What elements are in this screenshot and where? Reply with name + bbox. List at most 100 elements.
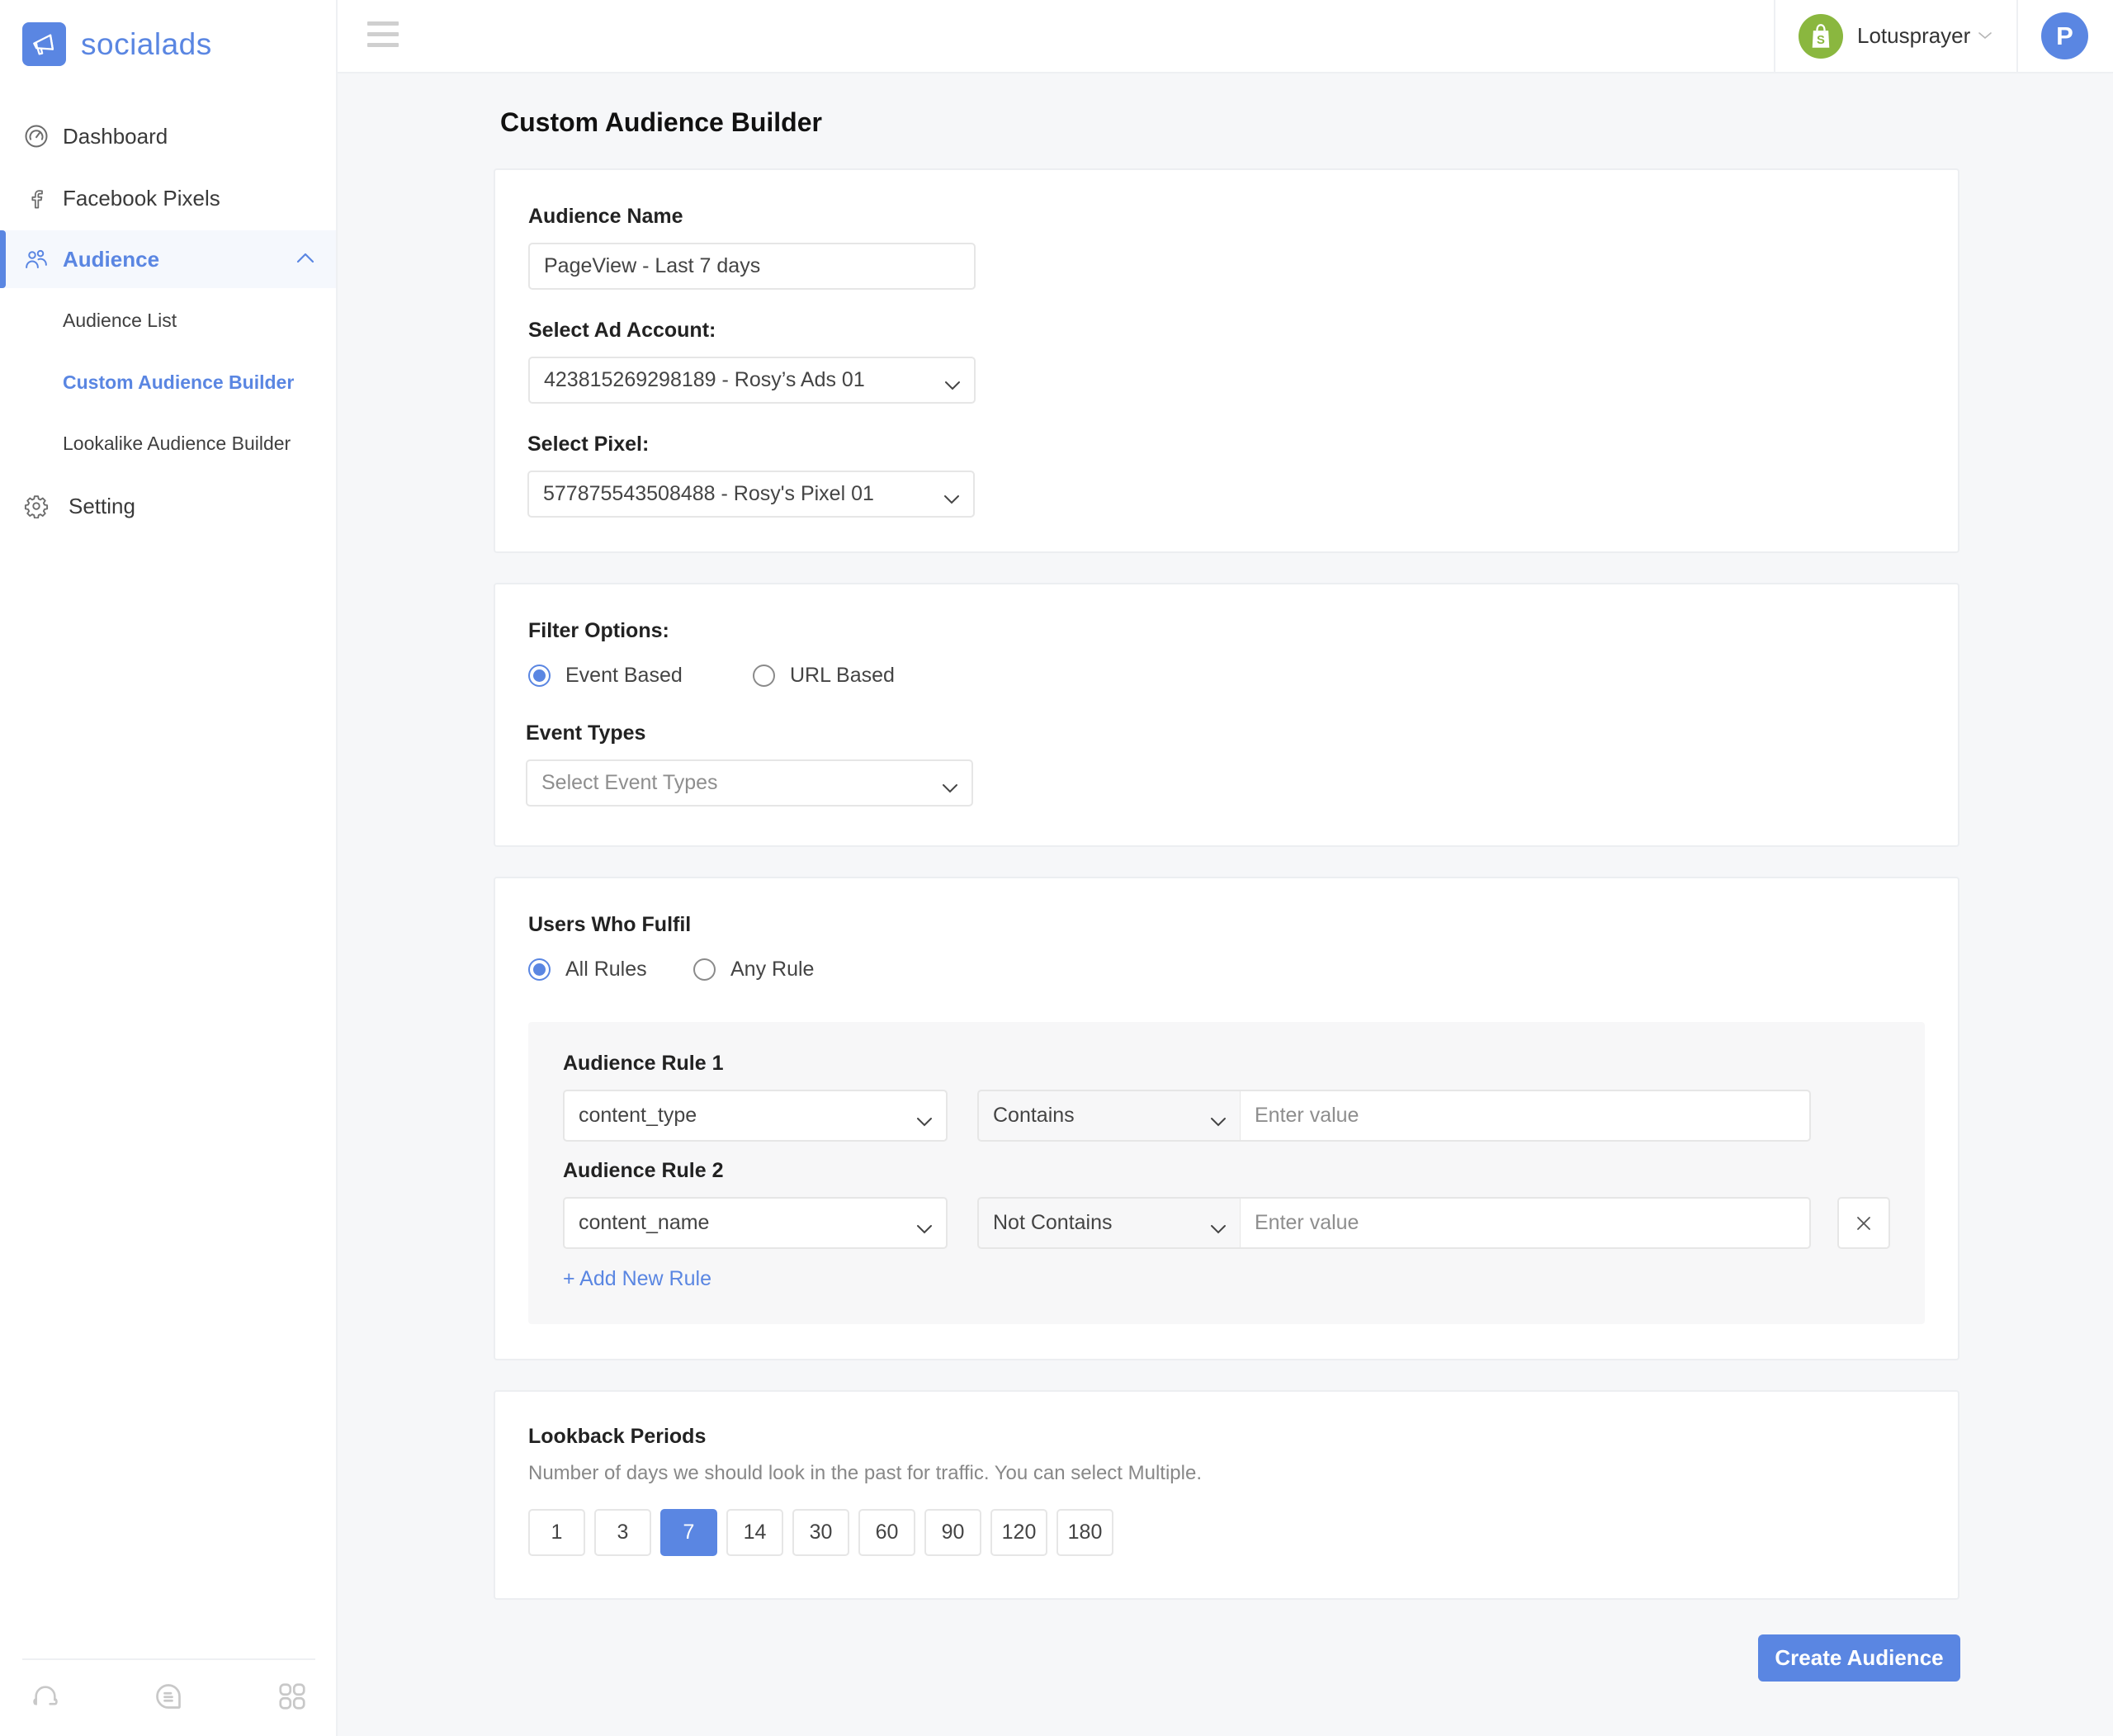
lookback-period-60[interactable]: 60 <box>858 1509 915 1556</box>
radio-any-rule[interactable]: Any Rule <box>693 958 814 982</box>
chevron-down-icon <box>1210 1109 1227 1133</box>
pixel-select[interactable]: 577875543508488 - Rosy's Pixel 01 <box>527 471 975 518</box>
user-avatar[interactable]: P <box>2041 12 2088 59</box>
rules-card: Users Who Fulfil All Rules Any Rule Audi… <box>494 877 1959 1360</box>
ad-account-select[interactable]: 423815269298189 - Rosy’s Ads 01 <box>528 357 976 404</box>
sidebar: socialads Dashboard Facebook Pixels Audi… <box>0 0 338 1736</box>
sidebar-item-audience[interactable]: Audience <box>0 230 336 288</box>
sidebar-item-label: Setting <box>69 493 135 518</box>
rule-title: Audience Rule 1 <box>563 1052 724 1075</box>
lookback-period-14[interactable]: 14 <box>726 1509 783 1556</box>
create-audience-button[interactable]: Create Audience <box>1758 1634 1960 1682</box>
audience-name-input[interactable]: PageView - Last 7 days <box>528 243 976 290</box>
rule-value-input[interactable]: Enter value <box>1240 1197 1811 1249</box>
chevron-down-icon <box>942 776 958 800</box>
sidebar-subitem-custom-audience-builder[interactable]: Custom Audience Builder <box>63 371 294 394</box>
remove-rule-button[interactable] <box>1837 1197 1890 1249</box>
sidebar-divider <box>22 1658 315 1660</box>
chevron-down-icon <box>916 1109 933 1133</box>
rule-parameter-value: content_type <box>579 1104 697 1127</box>
rule-title: Audience Rule 2 <box>563 1159 724 1182</box>
rule-operator-value: Not Contains <box>993 1211 1113 1234</box>
topbar: S Lotusprayer P <box>338 0 2113 73</box>
ad-account-value: 423815269298189 - Rosy’s Ads 01 <box>544 368 865 391</box>
filter-options-label: Filter Options: <box>528 619 669 642</box>
event-types-label: Event Types <box>526 721 646 745</box>
chevron-down-icon <box>1210 1217 1227 1241</box>
lookback-period-30[interactable]: 30 <box>792 1509 849 1556</box>
lookback-period-7[interactable]: 7 <box>660 1509 717 1556</box>
lookback-period-3[interactable]: 3 <box>594 1509 651 1556</box>
chevron-down-icon <box>1978 29 1992 44</box>
pixel-label: Select Pixel: <box>527 433 650 456</box>
gear-icon <box>23 493 50 519</box>
lookback-period-1[interactable]: 1 <box>528 1509 585 1556</box>
svg-text:S: S <box>1817 34 1825 47</box>
radio-label: All Rules <box>565 958 647 981</box>
sidebar-item-facebook-pixels[interactable]: Facebook Pixels <box>0 169 336 227</box>
hamburger-menu-icon[interactable] <box>367 21 399 50</box>
sidebar-item-label: Dashboard <box>63 123 168 149</box>
audience-name-value: PageView - Last 7 days <box>544 254 761 277</box>
sidebar-item-setting[interactable]: Setting <box>0 477 336 535</box>
sidebar-subitem-lookalike-audience-builder[interactable]: Lookalike Audience Builder <box>63 433 291 455</box>
pixel-value: 577875543508488 - Rosy's Pixel 01 <box>543 482 874 505</box>
chevron-down-icon <box>944 373 961 397</box>
radio-circle <box>753 665 775 687</box>
store-name: Lotusprayer <box>1857 23 1971 48</box>
chevron-down-icon <box>916 1217 933 1241</box>
radio-circle <box>528 958 551 981</box>
audience-name-label: Audience Name <box>528 205 683 228</box>
page-title: Custom Audience Builder <box>500 107 822 137</box>
rule-value-placeholder: Enter value <box>1255 1104 1359 1127</box>
rule-operator-value: Contains <box>993 1104 1075 1127</box>
lookback-card: Lookback Periods Number of days we shoul… <box>494 1390 1959 1600</box>
lookback-period-180[interactable]: 180 <box>1056 1509 1113 1556</box>
radio-circle <box>693 958 716 981</box>
rule-value-placeholder: Enter value <box>1255 1211 1359 1234</box>
shopify-bag-icon: S <box>1799 13 1843 59</box>
headset-icon[interactable] <box>29 1680 62 1713</box>
audience-basic-card: Audience Name PageView - Last 7 days Sel… <box>494 168 1959 553</box>
users-who-fulfil-label: Users Who Fulfil <box>528 913 692 936</box>
radio-url-based[interactable]: URL Based <box>753 664 895 688</box>
facebook-icon <box>23 185 50 211</box>
radio-circle <box>528 665 551 687</box>
rule-operator-select[interactable]: Contains <box>977 1090 1241 1142</box>
store-switcher[interactable]: S Lotusprayer <box>1774 0 2018 72</box>
chat-icon[interactable] <box>152 1680 185 1713</box>
sidebar-subitem-audience-list[interactable]: Audience List <box>63 310 177 332</box>
chevron-up-icon[interactable] <box>296 252 314 267</box>
rules-container: Audience Rule 1 content_type Contains En… <box>528 1022 1925 1324</box>
sidebar-item-dashboard[interactable]: Dashboard <box>0 107 336 165</box>
radio-label: Event Based <box>565 664 683 687</box>
rule-operator-select[interactable]: Not Contains <box>977 1197 1241 1249</box>
rule-value-input[interactable]: Enter value <box>1240 1090 1811 1142</box>
megaphone-logo-icon <box>22 22 66 66</box>
chevron-down-icon <box>943 487 960 511</box>
radio-label: Any Rule <box>730 958 815 981</box>
lookback-description: Number of days we should look in the pas… <box>528 1462 1202 1484</box>
event-types-select[interactable]: Select Event Types <box>526 759 973 807</box>
lookback-period-120[interactable]: 120 <box>990 1509 1047 1556</box>
users-icon <box>23 246 50 272</box>
radio-event-based[interactable]: Event Based <box>528 664 683 688</box>
dashboard-gauge-icon <box>23 123 50 149</box>
apps-grid-icon[interactable] <box>276 1680 309 1713</box>
event-types-placeholder: Select Event Types <box>541 771 718 794</box>
close-icon <box>1857 1216 1870 1230</box>
brand[interactable]: socialads <box>22 22 212 66</box>
rule-parameter-value: content_name <box>579 1211 710 1234</box>
lookback-label: Lookback Periods <box>528 1425 707 1448</box>
radio-label: URL Based <box>790 664 895 687</box>
ad-account-label: Select Ad Account: <box>528 319 716 342</box>
brand-name: socialads <box>81 26 212 61</box>
add-new-rule-link[interactable]: + Add New Rule <box>563 1267 711 1291</box>
sidebar-item-label: Facebook Pixels <box>63 185 220 210</box>
rule-parameter-select[interactable]: content_name <box>563 1197 948 1249</box>
lookback-period-group: 1 3 7 14 30 60 90 120 180 <box>528 1509 1123 1556</box>
rule-parameter-select[interactable]: content_type <box>563 1090 948 1142</box>
sidebar-item-label: Audience <box>63 246 160 272</box>
lookback-period-90[interactable]: 90 <box>924 1509 981 1556</box>
radio-all-rules[interactable]: All Rules <box>528 958 647 982</box>
